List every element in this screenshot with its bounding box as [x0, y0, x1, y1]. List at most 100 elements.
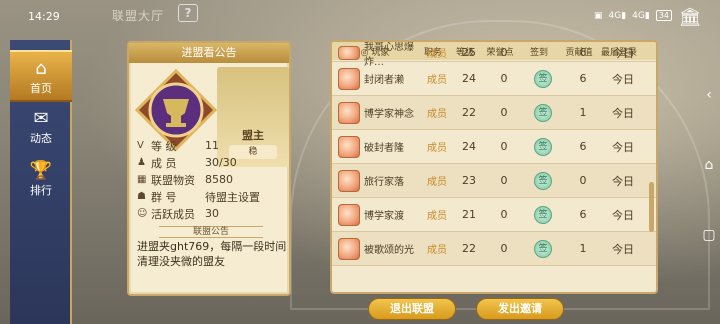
member-level: 22	[462, 242, 476, 255]
member-contrib: 6	[579, 46, 587, 59]
recents-icon[interactable]: ▢	[698, 200, 720, 270]
checkin-icon: 签	[534, 69, 552, 88]
stat-key: 等 级	[151, 139, 177, 153]
status-bar: 14:29 ▣ 4G▮ 4G▮ 34 🏛	[0, 0, 720, 36]
bank-icon[interactable]: 🏛	[678, 6, 702, 30]
member-contrib: 1	[579, 106, 587, 119]
stat-value: 待盟主设置	[205, 190, 260, 204]
member-honor: 0	[500, 242, 508, 255]
member-contrib: 0	[579, 174, 587, 187]
member-level: 25	[462, 46, 476, 59]
member-honor: 0	[500, 208, 508, 221]
alliance-panel-title: 进盟看公告	[129, 43, 289, 63]
stat-row-level: V 等 级 11	[137, 137, 285, 154]
table-row[interactable]: 博学家神念 成员 22 0 签 1 今日	[332, 96, 656, 130]
home-nav-icon[interactable]: ⌂	[698, 130, 720, 200]
android-nav: ‹ ⌂ ▢	[698, 60, 720, 260]
member-list-scrollbar[interactable]	[649, 182, 654, 232]
home-icon: ⌂	[35, 58, 47, 79]
active-icon: ☺	[137, 208, 148, 219]
volte-icon: ▣	[593, 10, 603, 21]
stat-value: 30/30	[205, 156, 237, 169]
checkin-icon: 签	[534, 171, 552, 190]
member-rows-visible: 封闭者濑 成员 24 0 签 6 今日 博学家神念 成员 22 0 签 1 今日…	[332, 62, 656, 266]
table-row[interactable]: 旅行家落 成员 23 0 签 0 今日	[332, 164, 656, 198]
nav-label-activity: 动态	[30, 132, 52, 145]
send-invite-button[interactable]: 发出邀请	[476, 298, 564, 320]
nav-label-ranking: 排行	[30, 184, 52, 197]
member-last-login: 今日	[612, 242, 634, 256]
stock-icon: ▦	[137, 174, 147, 185]
member-last-login: 今日	[612, 174, 634, 188]
stat-value: 8580	[205, 173, 233, 186]
stat-row-group: ☗ 群 号 待盟主设置	[137, 188, 285, 205]
table-row[interactable]: 被歌颂的光 成员 22 0 签 1 今日	[332, 232, 656, 266]
member-name: 被歌颂的光	[364, 245, 414, 256]
battery-icon: 34	[655, 10, 672, 21]
back-icon[interactable]: ‹	[698, 60, 720, 130]
system-icons: ▣ 4G▮ 4G▮ 34	[594, 10, 672, 21]
table-row[interactable]: 破封者隆 成员 24 0 签 6 今日	[332, 130, 656, 164]
stat-value: 30	[205, 207, 219, 220]
avatar	[338, 169, 360, 192]
nav-item-home[interactable]: ⌂ 首页	[10, 50, 72, 102]
member-level: 24	[462, 140, 476, 153]
member-level: 23	[462, 174, 476, 187]
stat-row-active: ☺ 活跃成员 30	[137, 205, 285, 222]
member-level: 21	[462, 208, 476, 221]
alliance-info-panel: 进盟看公告 盟主 稳 V 等 级 11 ♟ 成 员 30/30 ▦ 联盟物资 8…	[127, 41, 291, 296]
checkin-icon: 签	[534, 103, 552, 122]
member-level: 22	[462, 106, 476, 119]
member-name: 旅行家落	[364, 177, 404, 188]
stat-key: 活跃成员	[151, 207, 195, 221]
member-honor: 0	[500, 174, 508, 187]
member-rows: 我哥心思爆炸… 成员 25 0 6 今日	[332, 42, 656, 68]
nav-label-home: 首页	[30, 82, 52, 95]
help-button[interactable]: ?	[178, 4, 198, 22]
member-last-login: 今日	[612, 140, 634, 154]
stat-key: 联盟物资	[151, 173, 195, 187]
table-row[interactable]: 博学家渡 成员 21 0 签 6 今日	[332, 198, 656, 232]
member-contrib: 1	[579, 242, 587, 255]
avatar	[338, 45, 360, 60]
member-role: 成员	[427, 143, 447, 154]
leave-alliance-button[interactable]: 退出联盟	[368, 298, 456, 320]
avatar	[338, 135, 360, 158]
member-list-panel[interactable]: ◎ 玩家 职务 等级 荣誉点 签到 贡献值 最后登录 我哥心思爆炸… 成员 25…	[330, 40, 658, 294]
signal-4g-icon-2: 4G▮	[632, 10, 650, 21]
group-icon: ☗	[137, 191, 146, 202]
member-honor: 0	[500, 46, 508, 59]
alliance-stats: V 等 级 11 ♟ 成 员 30/30 ▦ 联盟物资 8580 ☗ 群 号 待…	[137, 137, 285, 222]
member-last-login: 今日	[612, 106, 634, 120]
table-row[interactable]: 封闭者濑 成员 24 0 签 6 今日	[332, 62, 656, 96]
clock: 14:29	[28, 10, 60, 23]
avatar	[338, 67, 360, 90]
stat-row-stock: ▦ 联盟物资 8580	[137, 171, 285, 188]
member-contrib: 6	[579, 140, 587, 153]
left-nav: ⌂ 首页 ✉ 动态 🏆 排行	[10, 40, 72, 324]
nav-item-activity[interactable]: ✉ 动态	[10, 102, 72, 154]
member-level: 24	[462, 72, 476, 85]
page-title: 联盟大厅	[112, 9, 165, 23]
stat-value: 11	[205, 139, 219, 152]
member-name: 封闭者濑	[364, 75, 404, 86]
member-last-login: 今日	[612, 46, 634, 60]
member-contrib: 6	[579, 208, 587, 221]
nav-item-ranking[interactable]: 🏆 排行	[10, 154, 72, 206]
member-role: 成员	[427, 177, 447, 188]
member-name: 破封者隆	[364, 143, 404, 154]
members-icon: ♟	[137, 157, 146, 168]
member-name: 博学家神念	[364, 109, 414, 120]
checkin-icon: 签	[534, 239, 552, 258]
avatar	[338, 203, 360, 226]
member-honor: 0	[500, 106, 508, 119]
member-contrib: 6	[579, 72, 587, 85]
level-icon: V	[137, 140, 144, 151]
member-honor: 0	[500, 72, 508, 85]
stat-row-members: ♟ 成 员 30/30	[137, 154, 285, 171]
stat-key: 成 员	[151, 156, 177, 170]
member-name: 博学家渡	[364, 211, 404, 222]
table-row[interactable]: 我哥心思爆炸… 成员 25 0 6 今日	[332, 42, 656, 68]
member-role: 成员	[427, 49, 447, 60]
trophy-icon: 🏆	[29, 160, 53, 181]
